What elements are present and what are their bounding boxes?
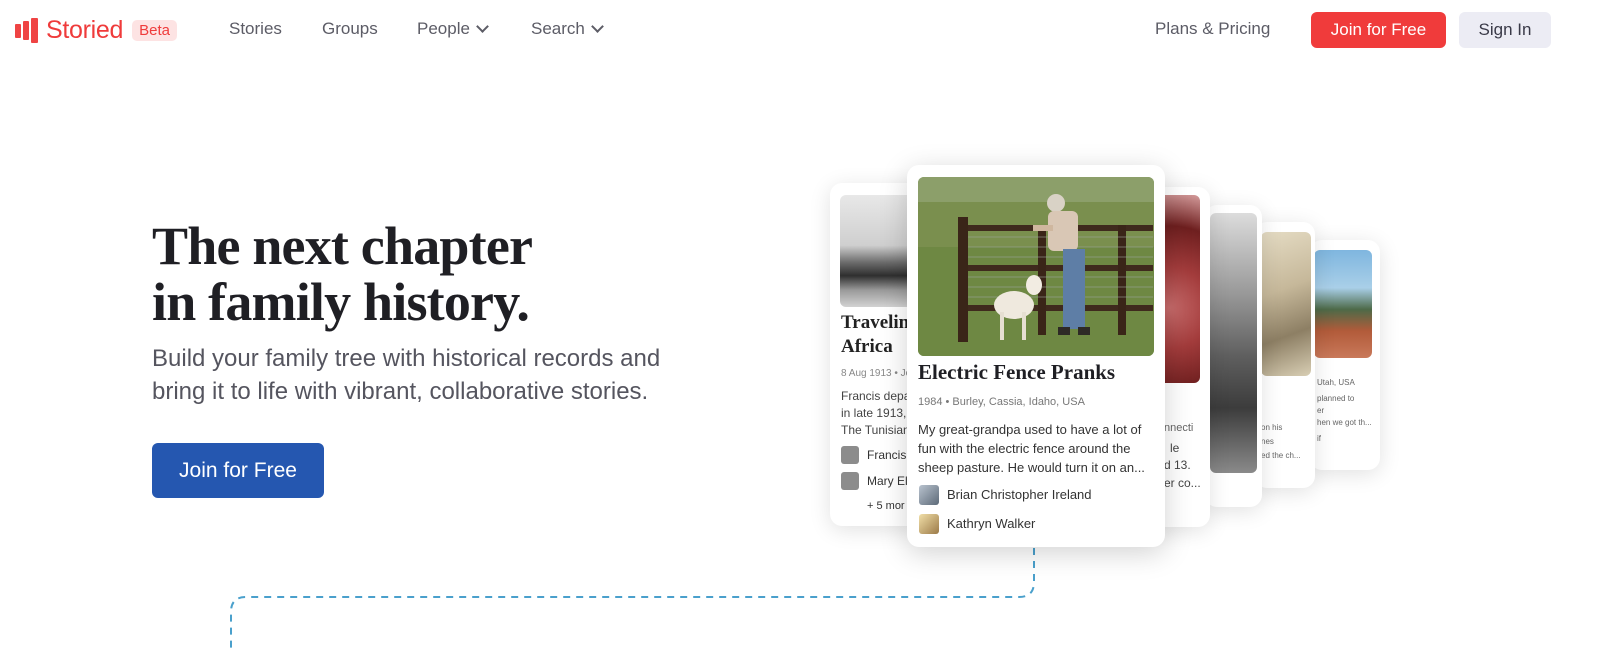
- nav-people[interactable]: People: [417, 19, 489, 39]
- sign-in-button[interactable]: Sign In: [1459, 12, 1551, 48]
- card-1-line-4: er co...: [1164, 476, 1201, 490]
- nav-stories[interactable]: Stories: [229, 19, 282, 39]
- nav-groups[interactable]: Groups: [322, 19, 378, 39]
- card-left-meta: 8 Aug 1913 • Jo: [841, 368, 912, 379]
- hero-title: The next chapter in family history.: [152, 216, 533, 332]
- vintage-portrait-photo: [1261, 232, 1311, 376]
- card-4-line-3: er: [1317, 406, 1325, 415]
- card-4-line-1: Utah, USA: [1317, 378, 1355, 387]
- hero-subtitle: Build your family tree with historical r…: [152, 345, 661, 405]
- card-left-text-1: Francis depa: [841, 389, 911, 403]
- avatar: [919, 485, 939, 505]
- chevron-down-icon: [591, 20, 604, 33]
- join-free-nav-button[interactable]: Join for Free: [1311, 12, 1446, 48]
- card-4-line-2: planned to: [1317, 394, 1355, 403]
- featured-story-excerpt: My great-grandpa used to have a lot of f…: [918, 422, 1145, 475]
- nav-stories-label: Stories: [229, 19, 282, 38]
- black-white-photo: [1210, 213, 1257, 473]
- storied-logo[interactable]: Storied Beta: [15, 16, 177, 44]
- brand-name: Storied: [46, 15, 124, 44]
- card-left-title-line-2: Africa: [841, 336, 893, 357]
- card-left-title: Travelin Africa: [841, 311, 909, 359]
- avatar: [919, 514, 939, 534]
- nav-groups-label: Groups: [322, 19, 378, 38]
- card-1-line-3: d 13.: [1164, 458, 1191, 472]
- top-nav: Storied Beta Stories Groups People Searc…: [0, 0, 1600, 62]
- card-1-line-1: nnecti: [1164, 422, 1194, 434]
- card-left-text-2: in late 1913,: [841, 406, 907, 420]
- chevron-down-icon: [476, 20, 489, 33]
- card-3-line-1: on his: [1261, 423, 1283, 432]
- card-3-line-3: ed the ch...: [1261, 451, 1301, 460]
- landscape-photo: [1314, 250, 1372, 358]
- hero-title-line-2: in family history.: [152, 272, 530, 332]
- featured-story-meta: 1984 • Burley, Cassia, Idaho, USA: [918, 396, 1085, 408]
- story-card-back-2[interactable]: [1205, 205, 1262, 507]
- avatar: [841, 446, 859, 464]
- card-4-line-5: if: [1317, 434, 1321, 443]
- avatar: [841, 472, 859, 490]
- nav-people-label: People: [417, 19, 470, 38]
- card-1-line-2: le: [1170, 441, 1180, 455]
- farm-scene-illustration: [918, 177, 1154, 356]
- farmer-sheep-photo: [918, 177, 1154, 356]
- card-left-text-3: The Tunisian: [841, 423, 910, 437]
- contributor-name: Kathryn Walker: [947, 516, 1036, 531]
- featured-story-title: Electric Fence Pranks: [918, 360, 1116, 384]
- hero-title-line-1: The next chapter: [152, 216, 533, 276]
- plans-pricing-label: Plans & Pricing: [1155, 19, 1271, 38]
- contributor-name: Brian Christopher Ireland: [947, 487, 1092, 502]
- nav-search[interactable]: Search: [531, 19, 604, 39]
- card-left-contributor-2: Mary El: [867, 474, 908, 488]
- story-card-electric-fence-pranks[interactable]: Electric Fence Pranks 1984 • Burley, Cas…: [907, 165, 1165, 547]
- nav-search-label: Search: [531, 19, 585, 38]
- storied-logo-icon: [15, 17, 40, 43]
- card-left-contributor-1: Francis: [867, 448, 907, 462]
- card-4-line-4: hen we got th...: [1317, 418, 1372, 427]
- card-left-title-line-1: Travelin: [841, 312, 910, 333]
- card-left-more: + 5 mor: [867, 500, 905, 512]
- beta-badge: Beta: [132, 19, 177, 41]
- story-card-back-4[interactable]: Utah, USA planned to er hen we got th...…: [1310, 240, 1380, 470]
- card-3-line-2: nes: [1261, 437, 1274, 446]
- story-card-back-3[interactable]: on his nes ed the ch...: [1255, 222, 1315, 488]
- join-free-hero-button[interactable]: Join for Free: [152, 443, 324, 498]
- plans-pricing-link[interactable]: Plans & Pricing: [1155, 19, 1270, 39]
